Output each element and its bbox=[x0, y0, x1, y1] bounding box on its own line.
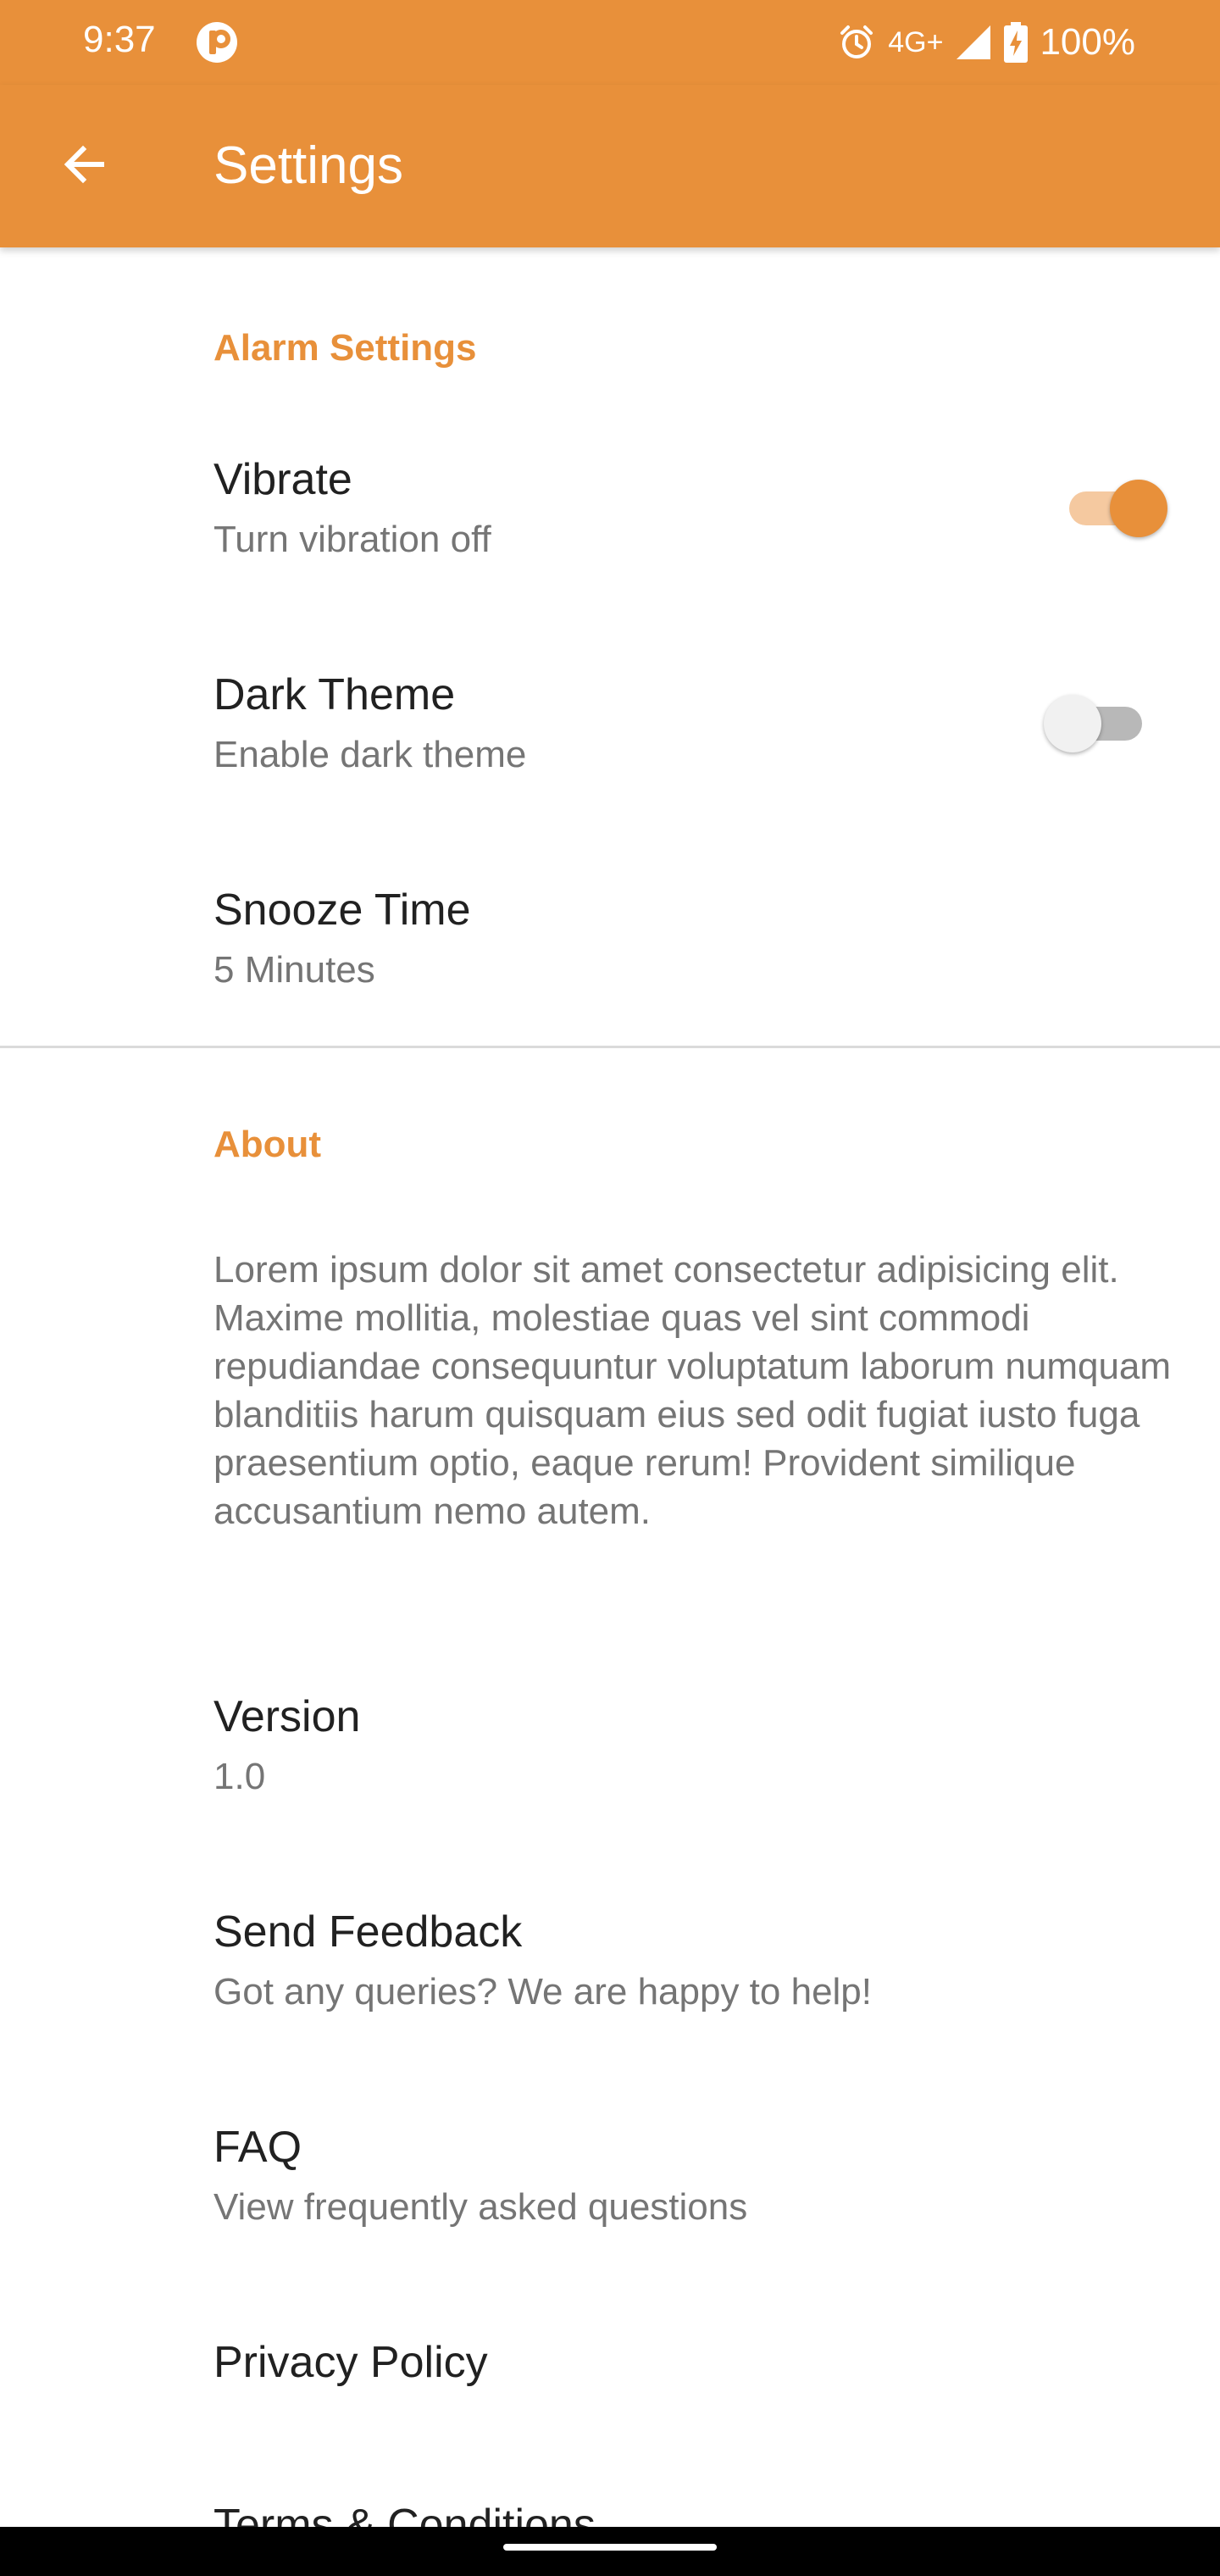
app-notification-icon bbox=[195, 20, 239, 64]
pref-version-title: Version bbox=[214, 1692, 361, 1741]
dark-theme-toggle[interactable] bbox=[1044, 686, 1154, 754]
arrow-back-icon bbox=[59, 139, 110, 194]
pref-feedback-summary: Got any queries? We are happy to help! bbox=[214, 1971, 873, 2012]
toggle-thumb bbox=[1110, 480, 1167, 537]
pref-version[interactable]: Version 1.0 bbox=[0, 1657, 1220, 1873]
pref-vibrate-title: Vibrate bbox=[214, 455, 352, 504]
page-title: Settings bbox=[214, 136, 404, 195]
pref-dark-theme-title: Dark Theme bbox=[214, 670, 456, 719]
vibrate-toggle[interactable] bbox=[1056, 471, 1167, 539]
toggle-thumb bbox=[1044, 695, 1101, 752]
pref-vibrate-summary: Turn vibration off bbox=[214, 519, 491, 560]
app-bar: Settings bbox=[0, 85, 1220, 247]
battery-charging-icon bbox=[1004, 22, 1029, 63]
back-button[interactable] bbox=[51, 132, 119, 200]
home-gesture-handle[interactable] bbox=[503, 2544, 717, 2551]
pref-privacy-title: Privacy Policy bbox=[214, 2338, 488, 2387]
pref-send-feedback[interactable]: Send Feedback Got any queries? We are ha… bbox=[0, 1873, 1220, 2088]
pref-privacy-policy[interactable]: Privacy Policy bbox=[0, 2303, 1220, 2473]
pref-terms-conditions[interactable]: Terms & Conditions bbox=[0, 2473, 1220, 2527]
network-type: 4G+ bbox=[888, 25, 944, 58]
pref-feedback-title: Send Feedback bbox=[214, 1907, 523, 1957]
pref-snooze-summary: 5 Minutes bbox=[214, 949, 375, 991]
alarm-icon bbox=[837, 23, 876, 62]
pref-dark-theme[interactable]: Dark Theme Enable dark theme bbox=[0, 639, 1220, 854]
pref-snooze-time[interactable]: Snooze Time 5 Minutes bbox=[0, 854, 1220, 1069]
about-description: Lorem ipsum dolor sit amet consectetur a… bbox=[214, 1249, 1172, 1532]
signal-icon bbox=[955, 24, 992, 61]
section-title-about: About bbox=[214, 1124, 322, 1165]
pref-vibrate[interactable]: Vibrate Turn vibration off bbox=[0, 424, 1220, 639]
pref-version-summary: 1.0 bbox=[214, 1756, 266, 1797]
pref-faq-summary: View frequently asked questions bbox=[214, 2186, 748, 2228]
status-bar: 9:37 4G+ 100% bbox=[0, 0, 1220, 85]
battery-percent: 100% bbox=[1040, 21, 1135, 63]
pref-faq[interactable]: FAQ View frequently asked questions bbox=[0, 2088, 1220, 2303]
pref-dark-theme-summary: Enable dark theme bbox=[214, 734, 527, 775]
status-icons: 4G+ 100% bbox=[837, 17, 1135, 68]
status-time: 9:37 bbox=[83, 19, 156, 60]
pref-faq-title: FAQ bbox=[214, 2123, 302, 2172]
system-nav-bar bbox=[0, 2527, 1220, 2576]
pref-terms-title: Terms & Conditions bbox=[214, 2501, 596, 2527]
section-divider bbox=[0, 1046, 1220, 1048]
pref-snooze-title: Snooze Time bbox=[214, 886, 471, 935]
section-title-alarm: Alarm Settings bbox=[214, 327, 477, 369]
